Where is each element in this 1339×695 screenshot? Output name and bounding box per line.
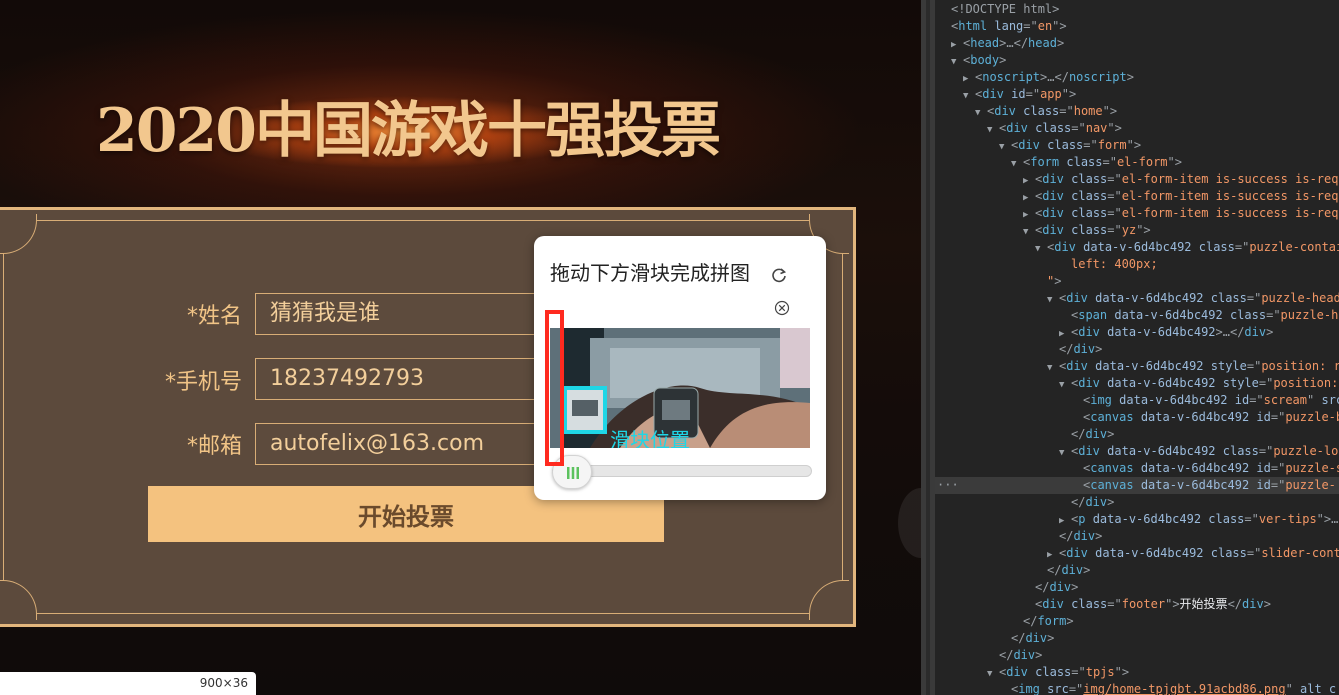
email-label: *邮箱 xyxy=(186,434,242,459)
dom-node-line[interactable]: <span data-v-6d4bc492 class="puzzle-h xyxy=(935,307,1339,324)
refresh-icon[interactable] xyxy=(770,266,788,284)
dom-node-line[interactable]: ▼ <div class="form"> xyxy=(935,137,1339,154)
dom-node-line[interactable]: <img src="img/home-tpjgbt.91acbd86.png" … xyxy=(935,681,1339,695)
dom-node-line[interactable]: ▼ <div class="tpjs"> xyxy=(935,664,1339,681)
devtools-elements-panel: <!DOCTYPE html> <html lang="en"> ▶ <head>…<… xyxy=(935,0,1339,695)
dom-node-line[interactable]: </div> xyxy=(935,579,1339,596)
dom-node-line[interactable]: </div> xyxy=(935,341,1339,358)
dom-node-line[interactable]: <canvas data-v-6d4bc492 id="puzzle-b xyxy=(935,409,1339,426)
panel-splitter[interactable] xyxy=(921,0,935,695)
dom-node-line[interactable]: </div> xyxy=(935,528,1339,545)
dom-node-line[interactable]: </div> xyxy=(935,426,1339,443)
dom-node-line[interactable]: ▶ <div data-v-6d4bc492 class="slider-cont xyxy=(935,545,1339,562)
dom-node-line[interactable]: ▶ <noscript>…</noscript> xyxy=(935,69,1339,86)
dom-node-line[interactable]: "> xyxy=(935,273,1339,290)
email-input[interactable]: autofelix@163.com xyxy=(255,423,555,465)
red-highlight-marker xyxy=(545,310,564,466)
dom-node-line[interactable]: ▼ <div data-v-6d4bc492 class="puzzle-lo xyxy=(935,443,1339,460)
dom-node-line[interactable]: ▼ <form class="el-form"> xyxy=(935,154,1339,171)
dom-node-line[interactable]: ▼ <div class="home"> xyxy=(935,103,1339,120)
dom-node-line[interactable]: </div> xyxy=(935,494,1339,511)
dom-node-line[interactable]: ▼ <div class="nav"> xyxy=(935,120,1339,137)
slider-position-label: 滑块位置 xyxy=(610,428,690,448)
dom-node-line[interactable]: ▼ <div id="app"> xyxy=(935,86,1339,103)
dom-node-line[interactable]: ▶ <div class="el-form-item is-success is-… xyxy=(935,171,1339,188)
dom-node-line[interactable]: ▶ <div data-v-6d4bc492>…</div> xyxy=(935,324,1339,341)
element-size-tooltip: 900×36 xyxy=(0,672,256,695)
phone-label: *手机号 xyxy=(164,370,242,395)
dom-node-line[interactable]: ▶ <p data-v-6d4bc492 class="ver-tips">… xyxy=(935,511,1339,528)
name-label: *姓名 xyxy=(186,304,242,329)
dom-node-line[interactable]: <img data-v-6d4bc492 id="scream" src xyxy=(935,392,1339,409)
more-options-icon[interactable]: ··· xyxy=(937,477,959,494)
close-icon[interactable] xyxy=(774,300,790,316)
phone-input[interactable]: 18237492793 xyxy=(255,358,555,400)
page-title: 2020中国游戏十强投票 xyxy=(96,96,721,166)
dom-node-line[interactable]: <div class="footer">开始投票</div> xyxy=(935,596,1339,613)
vote-page: 2020中国游戏十强投票 *姓名 猜猜我是谁 *手机号 18237492793 … xyxy=(0,0,921,695)
dom-node-line[interactable]: <html lang="en"> xyxy=(935,18,1339,35)
dom-node-line[interactable]: ▶ <div class="el-form-item is-success is-… xyxy=(935,188,1339,205)
dom-node-line[interactable]: </form> xyxy=(935,613,1339,630)
dom-node-line[interactable]: ▼ <div data-v-6d4bc492 style="position: xyxy=(935,375,1339,392)
dom-node-line[interactable]: ▼ <div data-v-6d4bc492 class="puzzle-cont… xyxy=(935,239,1339,256)
dom-node-line[interactable]: <!DOCTYPE html> xyxy=(935,1,1339,18)
dom-node-line[interactable]: ▼ <div class="yz"> xyxy=(935,222,1339,239)
dom-node-line[interactable]: <canvas data-v-6d4bc492 id="puzzle- ··· xyxy=(935,477,1339,494)
dom-node-line[interactable]: </div> xyxy=(935,562,1339,579)
dom-node-line[interactable]: ▶ <head>…</head> xyxy=(935,35,1339,52)
dom-node-line[interactable]: ▼ <body> xyxy=(935,52,1339,69)
decorative-glow xyxy=(898,488,921,558)
dom-node-line[interactable]: left: 400px; xyxy=(935,256,1339,273)
dom-node-line[interactable]: <canvas data-v-6d4bc492 id="puzzle-s xyxy=(935,460,1339,477)
dom-node-line[interactable]: </div> xyxy=(935,630,1339,647)
puzzle-image: 滑块位置 xyxy=(550,328,810,448)
puzzle-title: 拖动下方滑块完成拼图 xyxy=(550,261,750,285)
dom-node-line[interactable]: ▶ <div class="el-form-item is-success is-… xyxy=(935,205,1339,222)
dom-node-line[interactable]: ▼ <div data-v-6d4bc492 style="position: r xyxy=(935,358,1339,375)
name-input[interactable]: 猜猜我是谁 xyxy=(255,293,555,335)
dom-node-line[interactable]: ▼ <div data-v-6d4bc492 class="puzzle-head xyxy=(935,290,1339,307)
grip-icon xyxy=(567,467,579,479)
dom-node-line[interactable]: </div> xyxy=(935,647,1339,664)
puzzle-captcha-popup: 拖动下方滑块完成拼图 滑块位置 xyxy=(534,236,826,500)
